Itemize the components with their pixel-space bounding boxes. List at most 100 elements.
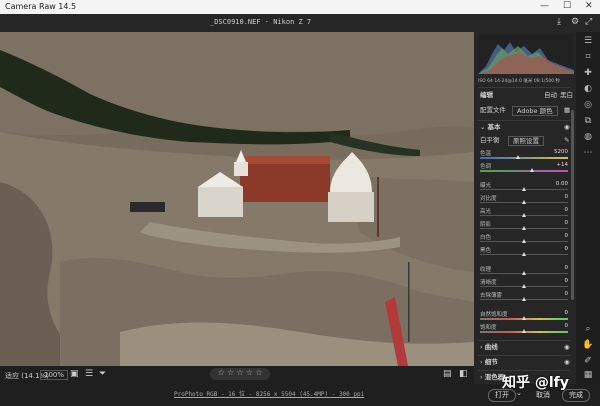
slider-value[interactable]: 0 xyxy=(565,233,569,239)
histogram-readout: ISO 64 14-24@14.0 毫米 f/8 1/500 秒 xyxy=(478,79,561,84)
red-eye-icon[interactable]: ◎ xyxy=(582,100,594,110)
before-after-icon[interactable]: ◧ xyxy=(459,369,468,379)
slider-value[interactable]: 0 xyxy=(565,194,569,200)
slider-handle[interactable] xyxy=(516,155,520,159)
slider-value[interactable]: 5200 xyxy=(554,149,568,155)
zoom-select[interactable]: 100% xyxy=(40,370,69,380)
slider-label: 自然饱和度 xyxy=(480,312,508,318)
slider-value[interactable]: 0 xyxy=(565,323,569,329)
slider-handle[interactable] xyxy=(522,213,526,217)
slider-label: 白色 xyxy=(480,235,492,241)
slider-handle[interactable] xyxy=(522,316,526,320)
detail-section-header[interactable]: › 细节 ◉ xyxy=(476,357,574,368)
slider-value[interactable]: 0 xyxy=(565,220,569,226)
filter-icon[interactable]: ⏷ xyxy=(99,369,106,379)
profile-browser-icon[interactable]: ▦ xyxy=(564,105,570,116)
fullscreen-icon[interactable]: ⤢ xyxy=(585,17,592,27)
slider-handle[interactable] xyxy=(530,168,534,172)
maximize-button[interactable]: ☐ xyxy=(563,1,571,11)
slider-value[interactable]: 0 xyxy=(565,310,569,316)
minimize-button[interactable]: — xyxy=(540,1,549,11)
curve-section-header[interactable]: › 曲线 ◉ xyxy=(476,342,574,353)
zoom-icon[interactable]: ⌕ xyxy=(582,324,594,334)
slider-track[interactable] xyxy=(480,170,568,172)
visibility-icon[interactable]: ◉ xyxy=(564,122,570,133)
snapshot-icon[interactable]: ⧉ xyxy=(582,116,594,126)
histogram-graph xyxy=(478,42,574,74)
slider-handle[interactable] xyxy=(522,200,526,204)
slider-temperature[interactable]: 色温 5200 xyxy=(480,149,568,161)
divider xyxy=(478,120,570,121)
slider-clarity[interactable]: 清晰度 0 xyxy=(480,278,568,290)
slider-handle[interactable] xyxy=(522,271,526,275)
slider-dehaze[interactable]: 去除薄雾 0 xyxy=(480,291,568,303)
slider-value[interactable]: 0 xyxy=(565,246,569,252)
edit-sliders-icon[interactable]: ☰ xyxy=(582,36,594,46)
edit-panel: ISO 64 14-24@14.0 毫米 f/8 1/500 秒 编辑 自动 黑… xyxy=(474,32,576,384)
gear-icon[interactable]: ⚙ xyxy=(571,17,579,27)
auto-button[interactable]: 自动 xyxy=(544,90,557,101)
healing-icon[interactable]: ✚ xyxy=(582,68,594,78)
slider-tint[interactable]: 色调 +14 xyxy=(480,162,568,174)
wb-select[interactable]: 原照设置 xyxy=(508,136,544,146)
slider-value[interactable]: 0 xyxy=(565,278,569,284)
slider-handle[interactable] xyxy=(522,239,526,243)
watermark: 知乎 @lfy xyxy=(502,375,569,391)
slider-handle[interactable] xyxy=(522,252,526,256)
more-icon[interactable]: ⋯ xyxy=(582,148,594,158)
rating-star[interactable]: ☆ xyxy=(218,368,225,377)
slider-value[interactable]: 0.00 xyxy=(556,181,568,187)
rating-star[interactable]: ☆ xyxy=(255,368,262,377)
crop-icon[interactable]: ⌗ xyxy=(582,52,594,62)
slider-saturation[interactable]: 饱和度 0 xyxy=(480,323,568,335)
chevron-right-icon: › xyxy=(480,373,483,381)
slider-contrast[interactable]: 对比度 0 xyxy=(480,194,568,206)
slider-handle[interactable] xyxy=(522,329,526,333)
eyedropper-icon[interactable]: ✎ xyxy=(564,135,569,146)
chevron-down-icon: ⌄ xyxy=(480,123,486,131)
slider-whites[interactable]: 白色 0 xyxy=(480,233,568,245)
slider-handle[interactable] xyxy=(522,284,526,288)
slider-vibrance[interactable]: 自然饱和度 0 xyxy=(480,310,568,322)
slider-value[interactable]: +14 xyxy=(556,162,568,168)
visibility-icon[interactable]: ◉ xyxy=(564,357,570,368)
sort-icon[interactable]: ☰ xyxy=(85,369,93,379)
save-icon[interactable]: ⤓ xyxy=(557,17,561,27)
panel-scrollbar[interactable] xyxy=(571,110,574,300)
hand-icon[interactable]: ✋ xyxy=(582,340,594,350)
bw-button[interactable]: 黑白 xyxy=(560,90,573,101)
rating-stars: ☆ ☆ ☆ ☆ ☆ xyxy=(210,368,270,380)
filmstrip-icon[interactable]: ▤ xyxy=(443,369,452,379)
slider-label: 高光 xyxy=(480,209,492,215)
chevron-right-icon: › xyxy=(480,358,483,366)
rating-star[interactable]: ☆ xyxy=(227,368,234,377)
slider-value[interactable]: 0 xyxy=(565,291,569,297)
close-button[interactable]: ✕ xyxy=(585,1,593,11)
slider-label: 曝光 xyxy=(480,183,492,189)
rating-star[interactable]: ☆ xyxy=(236,368,243,377)
grid-icon[interactable]: ▦ xyxy=(582,370,594,380)
image-preview[interactable] xyxy=(0,32,474,366)
mask-icon[interactable]: ◐ xyxy=(582,84,594,94)
slider-blacks[interactable]: 黑色 0 xyxy=(480,246,568,258)
rating-star[interactable]: ☆ xyxy=(246,368,253,377)
slider-handle[interactable] xyxy=(522,226,526,230)
slider-track[interactable] xyxy=(480,157,568,159)
workflow-options-link[interactable]: ProPhoto RGB - 16 位 - 8256 x 5504 (45.4M… xyxy=(174,389,364,398)
profile-select[interactable]: Adobe 颜色 xyxy=(512,106,558,116)
sampler-icon[interactable]: ✐ xyxy=(582,356,594,366)
slider-highlights[interactable]: 高光 0 xyxy=(480,207,568,219)
compare-icon[interactable]: ▣ xyxy=(70,369,79,379)
slider-handle[interactable] xyxy=(522,297,526,301)
basic-section-header[interactable]: ⌄ 基本 ◉ xyxy=(476,122,574,133)
slider-value[interactable]: 0 xyxy=(565,265,569,271)
basic-section-title: 基本 xyxy=(487,123,501,131)
slider-handle[interactable] xyxy=(522,187,526,191)
slider-value[interactable]: 0 xyxy=(565,207,569,213)
slider-exposure[interactable]: 曝光 0.00 xyxy=(480,181,568,193)
slider-shadows[interactable]: 阴影 0 xyxy=(480,220,568,232)
tool-strip: ☰ ⌗ ✚ ◐ ◎ ⧉ ◍ ⋯ ⌕ ✋ ✐ ▦ xyxy=(576,32,600,384)
presets-icon[interactable]: ◍ xyxy=(582,132,594,142)
slider-texture[interactable]: 纹理 0 xyxy=(480,265,568,277)
visibility-icon[interactable]: ◉ xyxy=(564,342,570,353)
